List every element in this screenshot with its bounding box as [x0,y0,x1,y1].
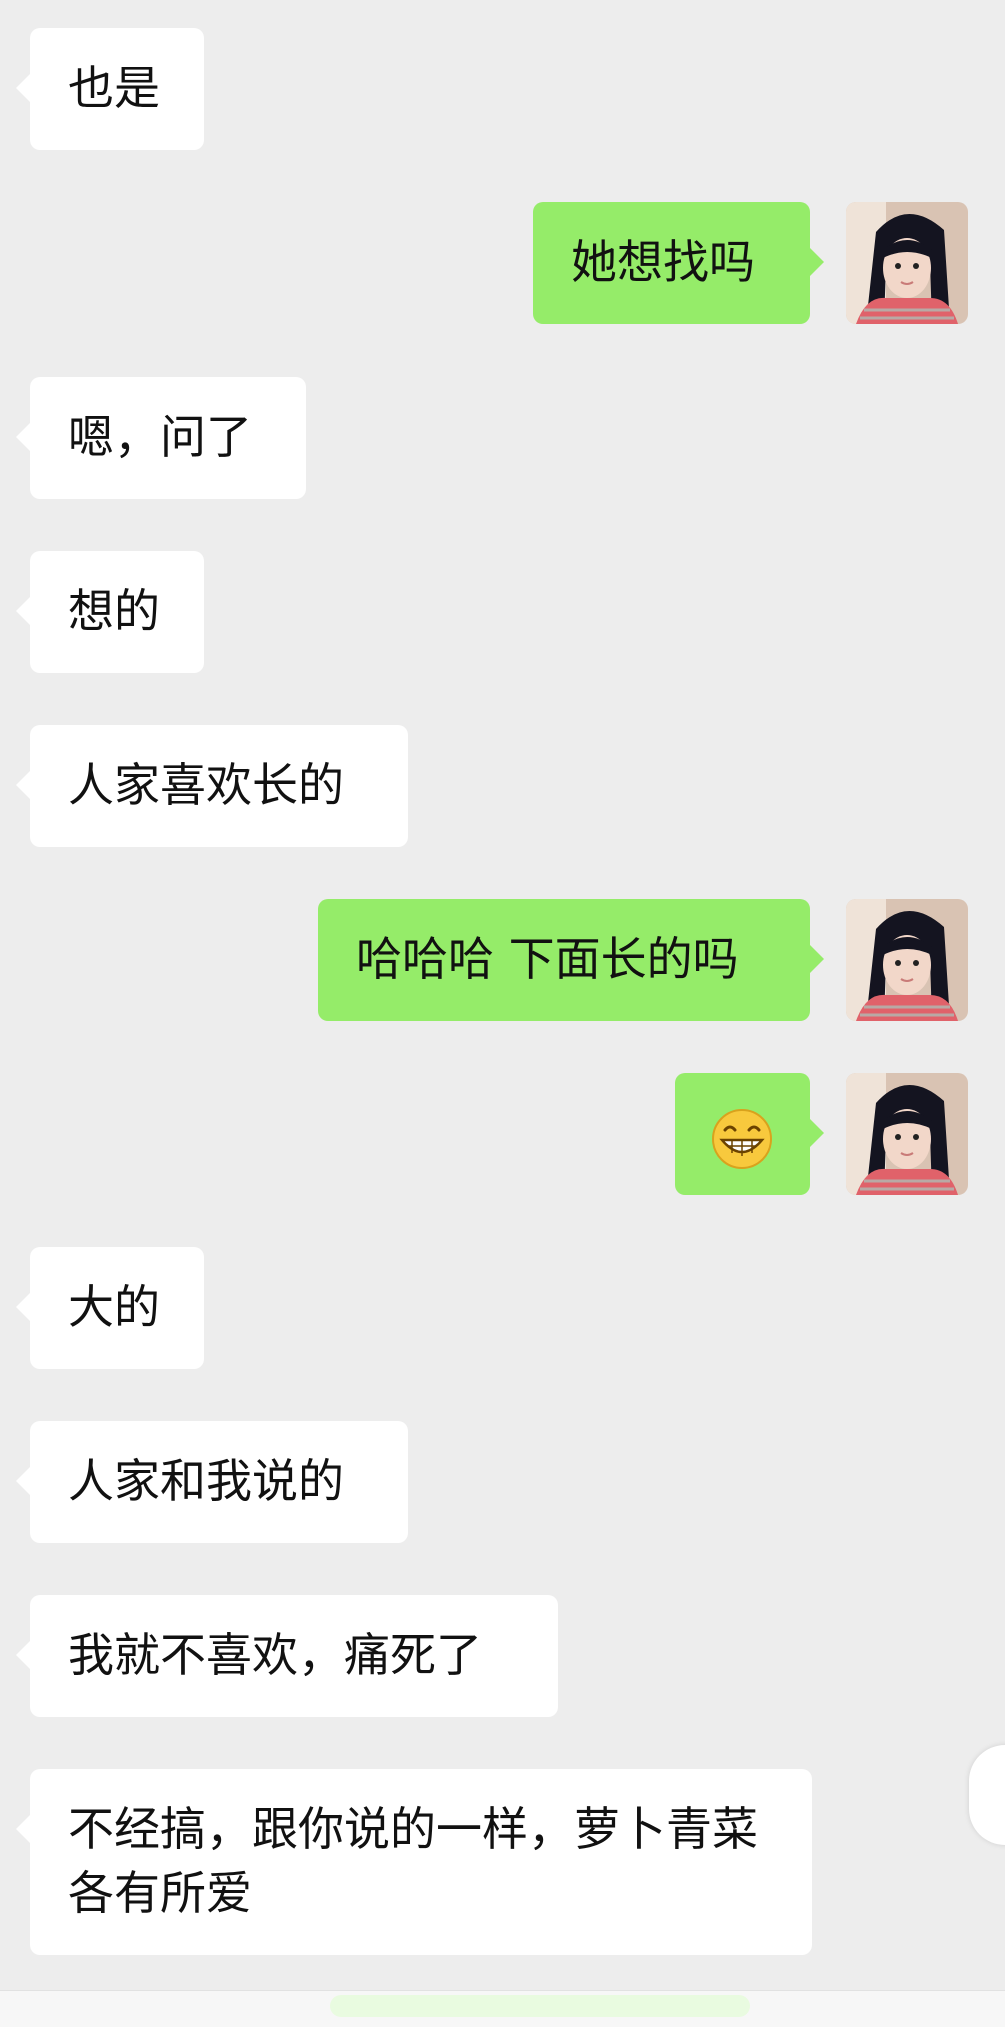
grinning-emoji-icon [712,1108,772,1169]
message-text: 我就不喜欢，痛死了 [68,1628,482,1682]
input-bar-edge [0,1990,1005,2027]
incoming-message-bubble[interactable]: 大的 [16,1247,204,1369]
profile-photo-avatar-icon [846,899,968,1021]
incoming-message-bubble[interactable]: 我就不喜欢，痛死了 [16,1595,558,1717]
incoming-message-bubble[interactable]: 不经搞，跟你说的一样，萝卜青菜各有所爱 [16,1769,812,1955]
profile-photo-avatar-icon [846,1073,968,1195]
avatar[interactable] [846,1073,968,1195]
profile-photo-avatar-icon [846,202,968,324]
message-text: 也是 [68,61,160,115]
message-text: 大的 [68,1280,160,1334]
incoming-message-bubble[interactable]: 想的 [16,551,204,673]
bubble-tail [16,423,30,451]
chat-message-list[interactable]: 也是 她想找吗 嗯，问了 想的 人家喜欢长的 哈哈哈 下面长的吗 大的 人家和我… [0,0,1005,1990]
avatar[interactable] [846,899,968,1021]
outgoing-message-bubble[interactable]: 她想找吗 [533,202,824,324]
bubble-tail [16,1815,30,1843]
bubble-tail [16,771,30,799]
message-text: 人家喜欢长的 [68,758,344,812]
message-text: 嗯，问了 [68,410,252,464]
bubble-tail [16,1293,30,1321]
outgoing-emoji-bubble[interactable] [675,1073,824,1195]
message-text: 不经搞，跟你说的一样，萝卜青菜各有所爱 [68,1802,758,1920]
bubble-tail [810,1119,824,1147]
avatar[interactable] [846,202,968,324]
outgoing-message-bubble[interactable]: 哈哈哈 下面长的吗 [318,899,824,1021]
floating-side-handle[interactable] [969,1745,1005,1845]
message-text: 人家和我说的 [68,1454,344,1508]
message-text: 她想找吗 [571,235,755,289]
incoming-message-bubble[interactable]: 人家喜欢长的 [16,725,408,847]
incoming-message-bubble[interactable]: 人家和我说的 [16,1421,408,1543]
message-text: 想的 [68,584,160,638]
bubble-tail [810,945,824,973]
bubble-tail [16,1641,30,1669]
incoming-message-bubble[interactable]: 也是 [16,28,204,150]
input-bar-highlight [330,1995,750,2017]
bubble-tail [810,248,824,276]
bubble-tail [16,1467,30,1495]
incoming-message-bubble[interactable]: 嗯，问了 [16,377,306,499]
bubble-tail [16,74,30,102]
bubble-tail [16,597,30,625]
message-text: 哈哈哈 下面长的吗 [356,932,739,986]
